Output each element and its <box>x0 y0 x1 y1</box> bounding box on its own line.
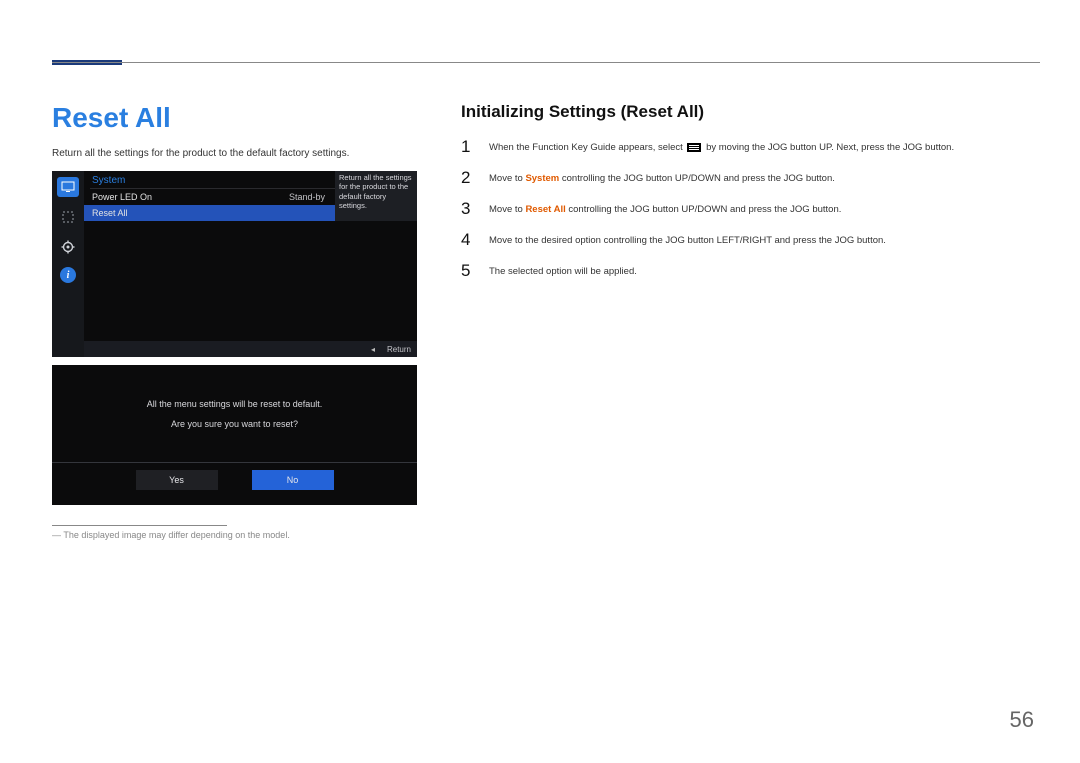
step-item: 2 Move to System controlling the JOG but… <box>461 169 1028 186</box>
osd-footer: ◂ Return <box>84 341 417 357</box>
dialog-message-line2: Are you sure you want to reset? <box>171 419 298 429</box>
intro-text: Return all the settings for the product … <box>52 148 417 159</box>
section-heading: Initializing Settings (Reset All) <box>461 102 1028 122</box>
step-item: 4 Move to the desired option controlling… <box>461 231 1028 248</box>
footnote-text: ― The displayed image may differ dependi… <box>52 530 417 540</box>
menu-icon <box>687 143 701 152</box>
power-led-label: Power LED On <box>92 192 152 202</box>
page-number: 56 <box>1010 707 1034 733</box>
osd-main-panel: System ▲ Power LED On Stand-by Reset All… <box>84 171 417 357</box>
step-text: When the Function Key Guide appears, sel… <box>489 138 954 154</box>
left-column: Reset All Return all the settings for th… <box>52 102 417 540</box>
step-number: 3 <box>461 200 475 217</box>
step-number: 1 <box>461 138 475 155</box>
dialog-message-line1: All the menu settings will be reset to d… <box>147 399 323 409</box>
osd-sidebar: i <box>52 171 84 357</box>
osd-screenshot: i System ▲ Power LED On Stand-by Reset A… <box>52 171 417 357</box>
step-text: Move to System controlling the JOG butto… <box>489 169 835 185</box>
return-label: Return <box>387 345 411 354</box>
header-rule <box>52 62 1040 63</box>
monitor-icon <box>57 177 79 197</box>
step-text: Move to Reset All controlling the JOG bu… <box>489 200 841 216</box>
yes-button: Yes <box>136 470 218 490</box>
footnote-rule <box>52 525 227 526</box>
power-led-value: Stand-by <box>289 192 325 202</box>
gear-icon <box>57 237 79 257</box>
frame-icon <box>57 207 79 227</box>
step-item: 1 When the Function Key Guide appears, s… <box>461 138 1028 155</box>
left-arrow-icon: ◂ <box>371 345 375 354</box>
osd-menu-title: System <box>92 175 125 186</box>
info-icon: i <box>60 267 76 283</box>
step-text: The selected option will be applied. <box>489 262 637 278</box>
step-number: 5 <box>461 262 475 279</box>
no-button: No <box>252 470 334 490</box>
confirm-dialog-screenshot: All the menu settings will be reset to d… <box>52 365 417 505</box>
steps-list: 1 When the Function Key Guide appears, s… <box>461 138 1028 279</box>
right-column: Initializing Settings (Reset All) 1 When… <box>461 102 1028 540</box>
page-title: Reset All <box>52 102 417 134</box>
osd-description-panel: Return all the settings for the product … <box>335 171 417 221</box>
step-number: 4 <box>461 231 475 248</box>
reset-all-label: Reset All <box>92 208 128 218</box>
step-item: 3 Move to Reset All controlling the JOG … <box>461 200 1028 217</box>
step-item: 5 The selected option will be applied. <box>461 262 1028 279</box>
step-text: Move to the desired option controlling t… <box>489 231 886 247</box>
step-number: 2 <box>461 169 475 186</box>
